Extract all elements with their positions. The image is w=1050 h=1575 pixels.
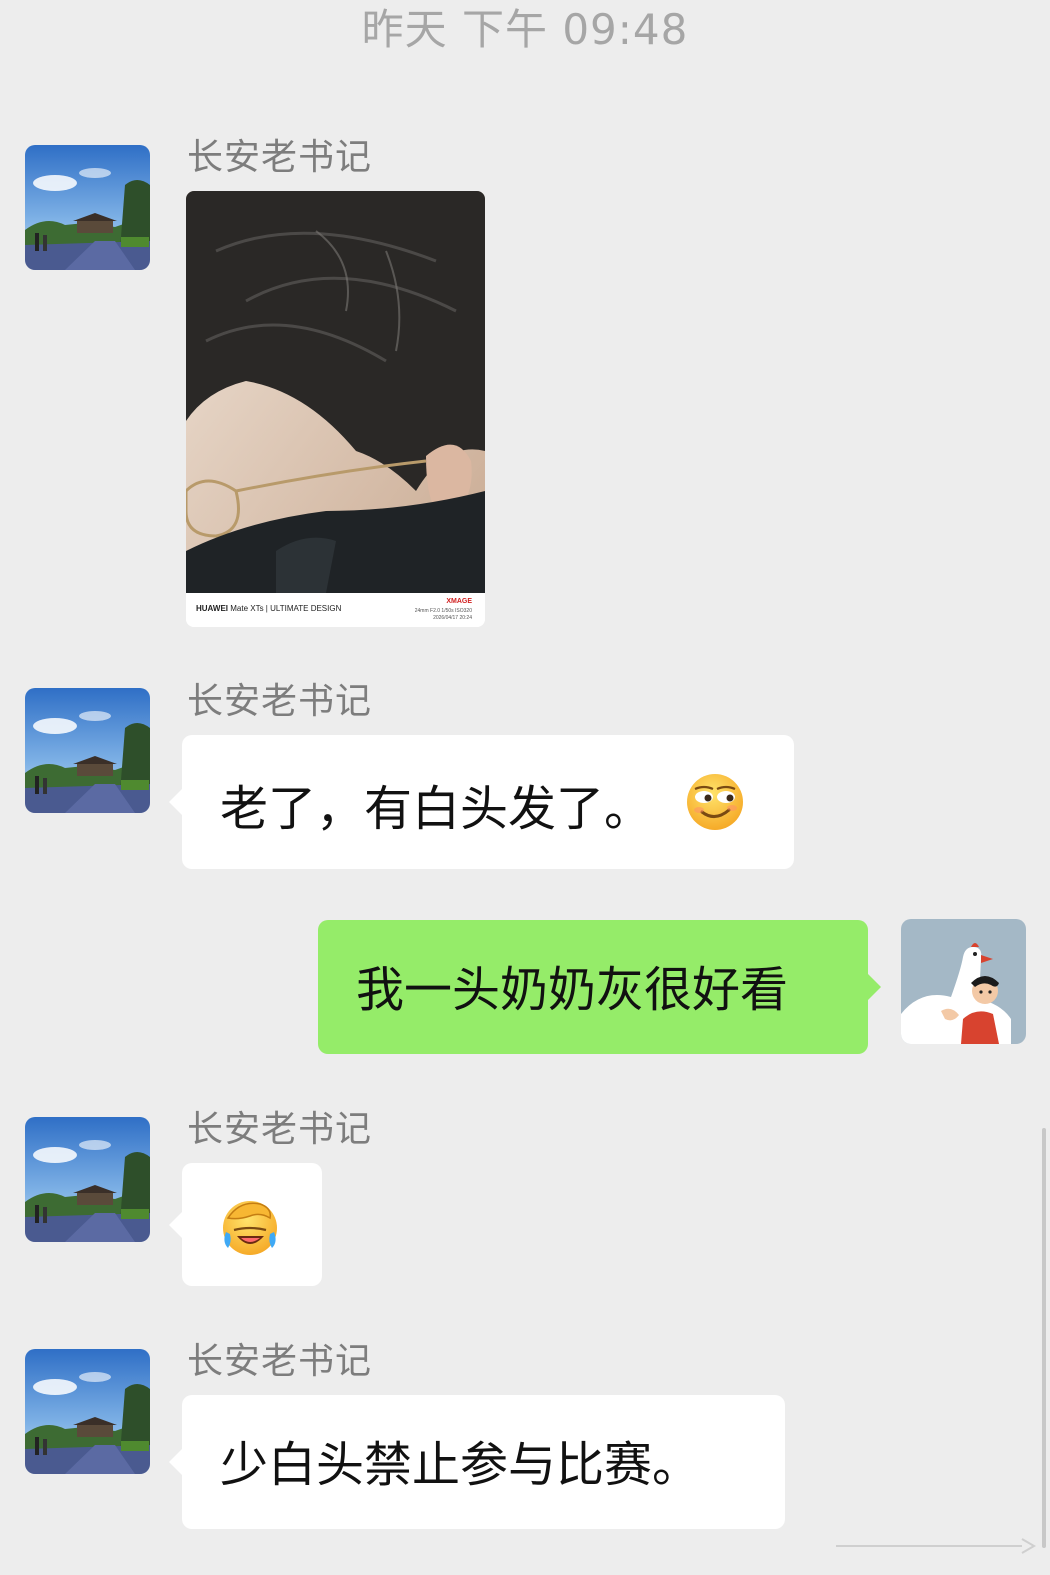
scroll-indicator-icon xyxy=(836,1538,1036,1554)
sender-name: 长安老书记 xyxy=(187,1109,373,1150)
xmage-logo: XMAGE xyxy=(446,598,472,605)
landscape-avatar-icon xyxy=(25,688,150,813)
contact-avatar[interactable] xyxy=(25,145,150,270)
my-avatar[interactable] xyxy=(901,919,1026,1044)
landscape-avatar-icon xyxy=(25,1117,150,1242)
camera-model-label: HUAWEI Mate XTs | ULTIMATE DESIGN xyxy=(196,604,342,613)
contact-avatar[interactable] xyxy=(25,688,150,813)
contact-avatar[interactable] xyxy=(25,1117,150,1242)
portrait-photo-image xyxy=(186,191,485,593)
scrollbar[interactable] xyxy=(1042,1128,1046,1548)
chat-timestamp: 昨天 下午 09:48 xyxy=(361,5,689,54)
sender-name: 长安老书记 xyxy=(187,681,373,722)
sender-name: 长安老书记 xyxy=(187,1341,373,1382)
shared-photo[interactable]: HUAWEI Mate XTs | ULTIMATE DESIGN XMAGE … xyxy=(186,191,485,627)
smirk-face-emoji xyxy=(685,772,745,846)
message-bubble[interactable] xyxy=(169,1163,322,1286)
message-bubble[interactable]: 少白头禁止参与比赛。 xyxy=(169,1395,785,1529)
message-text: 我一头奶奶灰很好看 xyxy=(356,962,789,1018)
my-message-bubble[interactable]: 我一头奶奶灰很好看 xyxy=(318,920,881,1054)
camera-watermark: HUAWEI Mate XTs | ULTIMATE DESIGN XMAGE … xyxy=(186,593,485,627)
landscape-avatar-icon xyxy=(25,1349,150,1474)
goose-hug-avatar-icon xyxy=(901,919,1026,1044)
message-text: 老了，有白头发了。 xyxy=(220,781,653,837)
landscape-avatar-icon xyxy=(25,145,150,270)
message-text: 少白头禁止参与比赛。 xyxy=(220,1437,701,1493)
camera-meta: 24mm F2.0 1/50s ISO320 2026/04/17 20:24 xyxy=(414,608,472,621)
contact-avatar[interactable] xyxy=(25,1349,150,1474)
facepalm-laugh-emoji xyxy=(220,1196,280,1270)
sender-name: 长安老书记 xyxy=(187,137,373,178)
message-bubble[interactable]: 老了，有白头发了。 xyxy=(169,735,794,869)
